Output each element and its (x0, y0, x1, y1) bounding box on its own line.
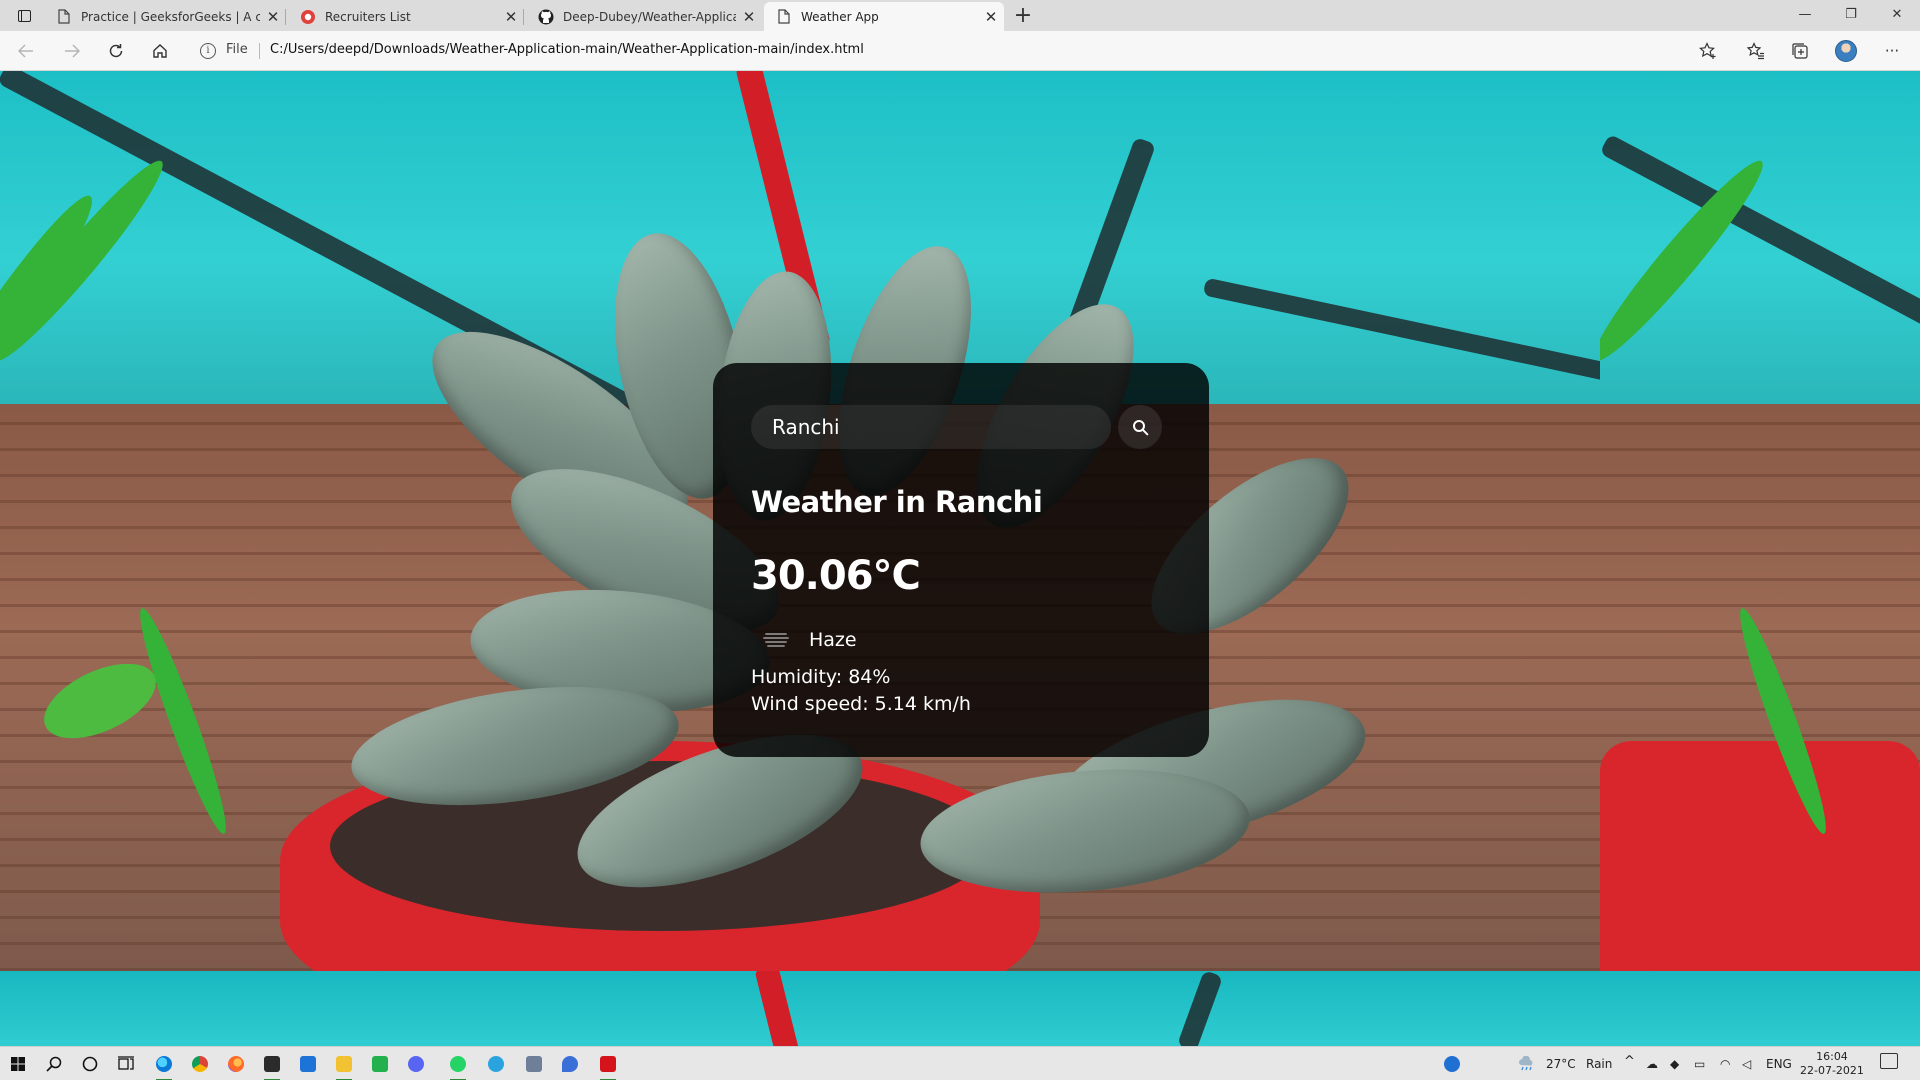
wind-speed-value: Wind speed: 5.14 km/h (751, 693, 971, 715)
keyboard-app-taskbar-icon[interactable] (520, 1051, 548, 1077)
weather-description-row: Haze (751, 625, 857, 655)
droplet-app-taskbar-icon[interactable] (556, 1051, 584, 1077)
onedrive-icon[interactable]: ☁ (1646, 1057, 1658, 1071)
dollar-app-taskbar-icon[interactable] (366, 1051, 394, 1077)
search-button[interactable] (1118, 405, 1162, 449)
new-tab-button[interactable]: + (1010, 3, 1036, 29)
cortana-button[interactable] (76, 1051, 104, 1077)
dropbox-icon[interactable]: ◆ (1670, 1057, 1679, 1071)
collections-button[interactable] (1784, 36, 1816, 66)
file-protocol-label: File (226, 42, 248, 57)
home-button[interactable] (144, 36, 176, 66)
task-view-icon (118, 1056, 134, 1070)
page-viewport: Weather in Ranchi 30.06°C Haze Humidity:… (0, 71, 1920, 1046)
humidity-value: Humidity: 84% (751, 666, 891, 688)
tab-close-icon[interactable]: ✕ (978, 8, 1004, 26)
background-photo-repeat (1600, 71, 1920, 971)
star-add-icon (1699, 42, 1716, 59)
wifi-icon[interactable]: ◠ (1720, 1057, 1730, 1071)
weather-card: Weather in Ranchi 30.06°C Haze Humidity:… (713, 363, 1209, 757)
cortana-circle-icon (82, 1056, 98, 1072)
site-info-icon[interactable]: i (200, 43, 216, 59)
weather-description: Haze (809, 629, 857, 651)
temperature: 30.06°C (751, 553, 921, 599)
recruiters-favicon (300, 9, 316, 25)
background-photo-repeat-bottom (0, 971, 1920, 1046)
tab-close-icon[interactable]: ✕ (736, 8, 762, 26)
tab-github-repo[interactable]: Deep-Dubey/Weather-Application ✕ (526, 2, 762, 31)
refresh-icon (109, 44, 123, 58)
chrome-taskbar-icon[interactable] (186, 1051, 214, 1077)
refresh-button[interactable] (100, 36, 132, 66)
windows-taskbar: 27°C Rain ^ ☁ ◆ ▭ ◠ ◁ ENG 16:04 22-07-20… (0, 1046, 1920, 1080)
collections-icon (1792, 43, 1808, 59)
back-button[interactable] (10, 36, 42, 66)
document-icon (776, 9, 792, 25)
tab-title: Weather App (801, 9, 879, 24)
taskbar-weather-temp[interactable]: 27°C (1546, 1057, 1576, 1071)
favorites-button[interactable] (1740, 36, 1772, 66)
tab-recruiters-list[interactable]: Recruiters List ✕ (288, 2, 524, 31)
edge-taskbar-icon[interactable] (150, 1051, 178, 1080)
tab-strip: Practice | GeeksforGeeks | A computer sc… (0, 0, 1920, 31)
avatar (1835, 40, 1857, 62)
acrobat-taskbar-icon[interactable] (594, 1051, 622, 1080)
file-explorer-taskbar-icon[interactable] (330, 1051, 358, 1080)
haze-icon (751, 625, 801, 655)
city-search-input[interactable] (751, 405, 1111, 449)
settings-more-button[interactable]: ··· (1876, 36, 1908, 66)
search-icon (46, 1056, 62, 1072)
minimize-button[interactable]: — (1782, 0, 1828, 31)
mail-taskbar-icon[interactable] (294, 1051, 322, 1077)
profile-button[interactable] (1830, 36, 1862, 66)
battery-icon[interactable]: ▭ (1694, 1057, 1705, 1071)
start-button[interactable] (4, 1051, 32, 1077)
close-window-button[interactable]: ✕ (1874, 0, 1920, 31)
forward-arrow-icon (65, 44, 80, 58)
search-bar (751, 405, 1171, 449)
tab-geeksforgeeks[interactable]: Practice | GeeksforGeeks | A computer sc… (44, 2, 286, 31)
maximize-button[interactable]: ❐ (1828, 0, 1874, 31)
language-indicator[interactable]: ENG (1766, 1057, 1792, 1071)
whatsapp-taskbar-icon[interactable] (444, 1051, 472, 1080)
volume-icon[interactable]: ◁ (1742, 1057, 1751, 1071)
tab-actions-icon (17, 10, 31, 22)
clock-date: 22-07-2021 (1800, 1064, 1864, 1077)
chevron-up-icon[interactable]: ^ (1624, 1054, 1635, 1069)
tab-title: Practice | GeeksforGeeks | A computer sc… (81, 9, 260, 24)
tab-close-icon[interactable]: ✕ (498, 8, 524, 26)
search-taskbar-button[interactable] (40, 1051, 68, 1077)
search-icon (1132, 419, 1148, 435)
tab-weather-app[interactable]: Weather App ✕ (764, 2, 1004, 31)
clock-time: 16:04 (1816, 1050, 1848, 1063)
forward-button[interactable] (56, 36, 88, 66)
clock[interactable]: 16:04 22-07-2021 (1800, 1050, 1864, 1078)
favorites-icon (1747, 42, 1764, 60)
github-icon (538, 9, 554, 25)
weather-rain-icon[interactable] (1512, 1051, 1540, 1077)
windows-logo-icon (11, 1057, 25, 1071)
tab-title: Recruiters List (325, 9, 411, 24)
help-icon[interactable] (1438, 1051, 1466, 1077)
discord-taskbar-icon[interactable] (402, 1051, 430, 1077)
taskbar-weather-desc[interactable]: Rain (1586, 1057, 1612, 1071)
tab-close-icon[interactable]: ✕ (260, 8, 286, 26)
telegram-taskbar-icon[interactable] (482, 1051, 510, 1077)
notification-center-icon[interactable] (1880, 1053, 1898, 1069)
document-icon (56, 9, 72, 25)
task-view-button[interactable] (112, 1051, 140, 1077)
city-heading: Weather in Ranchi (751, 485, 1043, 519)
firefox-taskbar-icon[interactable] (222, 1051, 250, 1077)
store-taskbar-icon[interactable] (258, 1051, 286, 1080)
tab-actions-menu-button[interactable] (12, 6, 36, 26)
back-arrow-icon (18, 44, 33, 58)
browser-toolbar: i File C:/Users/deepd/Downloads/Weather-… (0, 31, 1920, 71)
address-bar-url[interactable]: C:/Users/deepd/Downloads/Weather-Applica… (270, 42, 864, 57)
add-favorite-button[interactable] (1692, 36, 1724, 66)
home-icon (153, 44, 167, 58)
tab-title: Deep-Dubey/Weather-Application (563, 9, 736, 24)
